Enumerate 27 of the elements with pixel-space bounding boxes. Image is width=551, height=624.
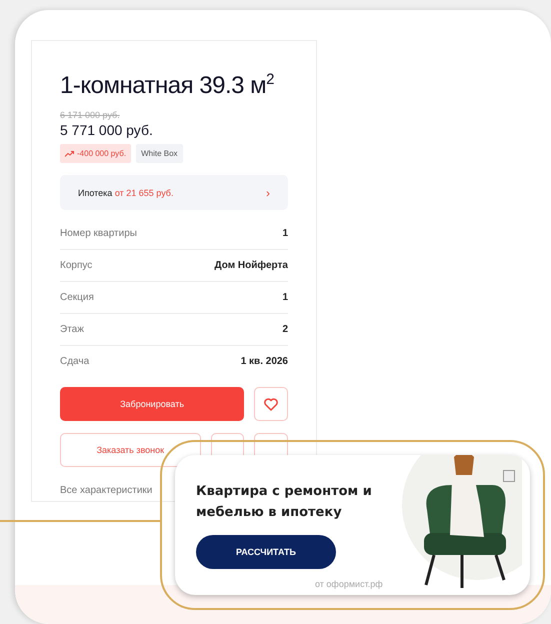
- price: 5 771 000 руб.: [60, 122, 154, 138]
- mortgage-text: Ипотека от 21 655 руб.: [78, 188, 174, 198]
- spec-label: Сдача: [60, 356, 90, 367]
- spec-label: Секция: [60, 292, 94, 303]
- spec-value: 2: [282, 324, 288, 335]
- favorite-button[interactable]: [254, 387, 288, 421]
- ad-title: Квартира с ремонтом и мебелью в ипотеку: [196, 483, 373, 522]
- spec-value: 1: [282, 228, 288, 239]
- trend-icon: [65, 150, 74, 156]
- book-button[interactable]: Забронировать: [60, 387, 244, 421]
- chevron-icon: ›: [266, 186, 270, 200]
- old-price: 6 171 000 руб.: [60, 110, 121, 120]
- mortgage-bar[interactable]: Ипотека от 21 655 руб. ›: [60, 175, 288, 210]
- spec-label: Этаж: [60, 324, 84, 335]
- spec-value: Дом Нойферта: [214, 260, 288, 271]
- spec-value: 1 кв. 2026: [240, 356, 288, 367]
- apartment-title: 1-комнатная 39.3 м$^{2}$: [60, 71, 276, 100]
- spec-label: Номер квартиры: [60, 228, 137, 239]
- heart-icon: [264, 398, 278, 410]
- calculate-button[interactable]: РАССЧИТАТЬ: [196, 535, 336, 569]
- spec-value: 1: [282, 292, 288, 303]
- discount-amount: -400 000 руб.: [77, 149, 126, 158]
- finish-tag: White Box: [136, 144, 183, 163]
- call-button[interactable]: Заказать звонок: [60, 433, 201, 467]
- ad-source: от оформист.рф: [315, 579, 383, 589]
- spec-label: Корпус: [60, 260, 92, 271]
- close-icon[interactable]: [503, 470, 515, 482]
